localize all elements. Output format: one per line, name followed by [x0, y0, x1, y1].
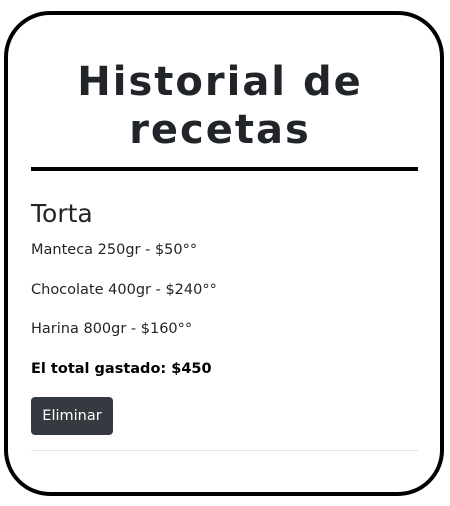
page-title: Historial de recetas [77, 59, 363, 153]
ingredient-item: Chocolate 400gr - $240°° [31, 282, 217, 298]
recipe-name: Torta [31, 199, 93, 228]
ingredient-item: Harina 800gr - $160°° [31, 321, 193, 337]
recipe-total: El total gastado: $450 [31, 361, 212, 377]
title-divider [31, 167, 418, 171]
delete-button[interactable]: Eliminar [31, 397, 113, 435]
ingredient-item: Manteca 250gr - $50°° [31, 242, 198, 258]
recipe-divider [31, 450, 418, 451]
